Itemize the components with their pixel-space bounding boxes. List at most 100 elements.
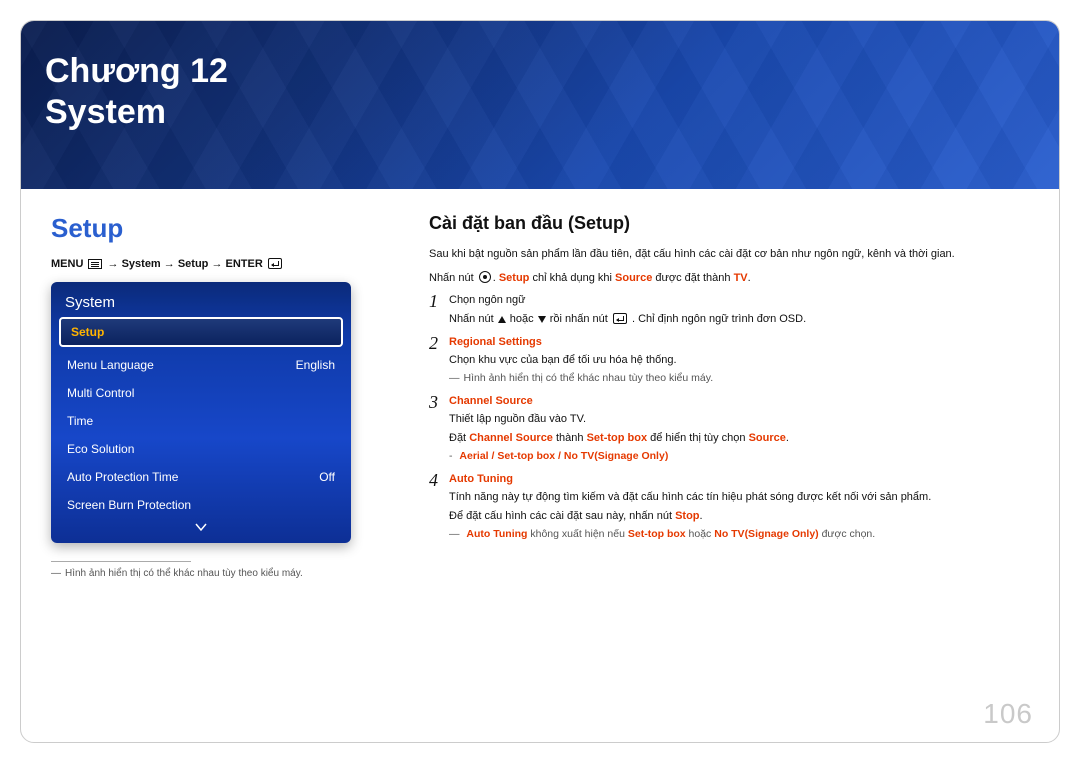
osd-row-multi-control[interactable]: Multi Control <box>55 379 347 407</box>
chapter-title: Chương 12 System <box>45 51 228 133</box>
t: Để đặt cấu hình các cài đặt sau này, nhấ… <box>449 510 675 522</box>
t: Source <box>749 432 786 444</box>
step-body: Regional Settings Chọn khu vực của bạn đ… <box>449 333 1029 388</box>
osd-selected-row[interactable]: Setup <box>59 317 343 347</box>
right-column: Cài đặt ban đầu (Setup) Sau khi bật nguồ… <box>421 213 1029 579</box>
osd-row-label: Menu Language <box>67 358 154 372</box>
intro-paragraph: Sau khi bật nguồn sản phẩm lần đầu tiên,… <box>429 246 1029 264</box>
enter-icon <box>268 258 282 269</box>
step-number: 1 <box>429 291 449 328</box>
step-number: 4 <box>429 470 449 544</box>
chevron-down-icon <box>194 522 208 532</box>
menu-label: MENU <box>51 258 83 270</box>
bc-setup: Setup <box>178 258 209 270</box>
osd-scroll-down[interactable] <box>55 519 347 535</box>
press-prefix: Nhấn nút <box>429 272 477 284</box>
step-number: 2 <box>429 333 449 388</box>
t: rồi nhấn nút <box>550 313 611 325</box>
power-circle-icon <box>479 271 491 283</box>
t: . Chỉ định ngôn ngữ trình đơn OSD. <box>632 313 806 325</box>
stop-word: Stop <box>675 510 699 522</box>
setup-word: Setup <box>499 272 530 284</box>
step3-title: Channel Source <box>449 392 1029 411</box>
triangle-down-icon <box>538 316 546 323</box>
step2-note: ―Hình ảnh hiển thị có thể khác nhau tùy … <box>449 370 1029 388</box>
t: Nhấn nút <box>449 313 497 325</box>
osd-row-auto-protection-time[interactable]: Auto Protection Time Off <box>55 463 347 491</box>
left-footnote: ―Hình ảnh hiển thị có thể khác nhau tùy … <box>51 568 421 579</box>
step4-d2: Để đặt cấu hình các cài đặt sau này, nhấ… <box>449 507 1029 526</box>
t: thành <box>553 432 587 444</box>
step2-detail: Chọn khu vực của bạn để tối ưu hóa hệ th… <box>449 351 1029 370</box>
enter-label: ENTER <box>226 258 263 270</box>
step-1: 1 Chọn ngôn ngữ Nhấn nút hoặc rồi nhấn n… <box>429 291 1029 328</box>
osd-row-label: Screen Burn Protection <box>67 498 191 512</box>
nt: được chọn. <box>819 528 876 540</box>
step1-detail: Nhấn nút hoặc rồi nhấn nút . Chỉ định ng… <box>449 310 1029 329</box>
step-2: 2 Regional Settings Chọn khu vực của bạn… <box>429 333 1029 388</box>
chapter-header: Chương 12 System <box>21 21 1059 189</box>
t: Set-top box <box>587 432 648 444</box>
sep1: → <box>108 258 122 270</box>
osd-row-label: Eco Solution <box>67 442 134 456</box>
t: hoặc <box>510 313 537 325</box>
tv-word: TV <box>734 272 748 284</box>
step4-d1: Tính năng này tự động tìm kiếm và đặt cấ… <box>449 488 1029 507</box>
osd-row-label: Time <box>67 414 93 428</box>
step3-detail: Thiết lập nguồn đầu vào TV. <box>449 410 1029 429</box>
nt: không xuất hiện nếu <box>527 528 627 540</box>
step1-title: Chọn ngôn ngữ <box>449 291 1029 310</box>
opt-stb: Set-top box <box>497 450 555 462</box>
nt: No TV(Signage Only) <box>714 528 818 540</box>
sep2: → <box>161 258 178 270</box>
footnote-text: Hình ảnh hiển thị có thể khác nhau tùy t… <box>65 568 303 579</box>
osd-row-time[interactable]: Time <box>55 407 347 435</box>
section-heading: Cài đặt ban đầu (Setup) <box>429 213 1029 234</box>
menu-icon <box>88 259 102 269</box>
step3-options: - Aerial / Set-top box / No TV(Signage O… <box>449 448 1029 466</box>
only-text: chỉ khả dụng khi <box>529 272 615 284</box>
osd-row-menu-language[interactable]: Menu Language English <box>55 351 347 379</box>
manual-page: Chương 12 System Setup MENU → System → S… <box>20 20 1060 743</box>
osd-row-screen-burn-protection[interactable]: Screen Burn Protection <box>55 491 347 519</box>
osd-title: System <box>55 286 347 315</box>
t: Đặt <box>449 432 469 444</box>
opt-notv: No TV(Signage Only) <box>564 450 668 462</box>
step3-set-line: Đặt Channel Source thành Set-top box để … <box>449 429 1029 448</box>
chapter-number: Chương 12 <box>45 51 228 92</box>
step-body: Chọn ngôn ngữ Nhấn nút hoặc rồi nhấn nút… <box>449 291 1029 328</box>
nt: Auto Tuning <box>466 528 527 540</box>
note-text: Hình ảnh hiển thị có thể khác nhau tùy t… <box>464 372 714 384</box>
content-area: Setup MENU → System → Setup → ENTER Syst… <box>21 189 1059 579</box>
step-3: 3 Channel Source Thiết lập nguồn đầu vào… <box>429 392 1029 466</box>
menu-breadcrumb: MENU → System → Setup → ENTER <box>51 258 421 270</box>
sep3: → <box>208 258 225 270</box>
osd-panel: System Setup Menu Language English Multi… <box>51 282 351 543</box>
osd-row-value: Off <box>319 470 335 484</box>
nt: Set-top box <box>628 528 686 540</box>
osd-row-value: English <box>296 358 335 372</box>
step-body: Channel Source Thiết lập nguồn đầu vào T… <box>449 392 1029 466</box>
left-column: Setup MENU → System → Setup → ENTER Syst… <box>51 213 421 579</box>
source-word: Source <box>615 272 652 284</box>
opt-aerial: Aerial <box>459 450 488 462</box>
step4-note: ― Auto Tuning không xuất hiện nếu Set-to… <box>449 526 1029 544</box>
osd-row-eco-solution[interactable]: Eco Solution <box>55 435 347 463</box>
chapter-name: System <box>45 92 228 133</box>
step4-title: Auto Tuning <box>449 470 1029 489</box>
set-to: được đặt thành <box>652 272 733 284</box>
triangle-up-icon <box>498 316 506 323</box>
t: để hiển thị tùy chọn <box>647 432 749 444</box>
step-4: 4 Auto Tuning Tính năng này tự động tìm … <box>429 470 1029 544</box>
bc-system: System <box>122 258 161 270</box>
step-number: 3 <box>429 392 449 466</box>
t: Channel Source <box>469 432 553 444</box>
dash-icon: - <box>449 450 453 462</box>
osd-row-label: Auto Protection Time <box>67 470 178 484</box>
step-body: Auto Tuning Tính năng này tự động tìm ki… <box>449 470 1029 544</box>
press-line: Nhấn nút . Setup chỉ khả dụng khi Source… <box>429 270 1029 288</box>
step2-title: Regional Settings <box>449 333 1029 352</box>
sep: / <box>555 450 564 462</box>
nt: hoặc <box>686 528 715 540</box>
setup-heading: Setup <box>51 213 421 244</box>
